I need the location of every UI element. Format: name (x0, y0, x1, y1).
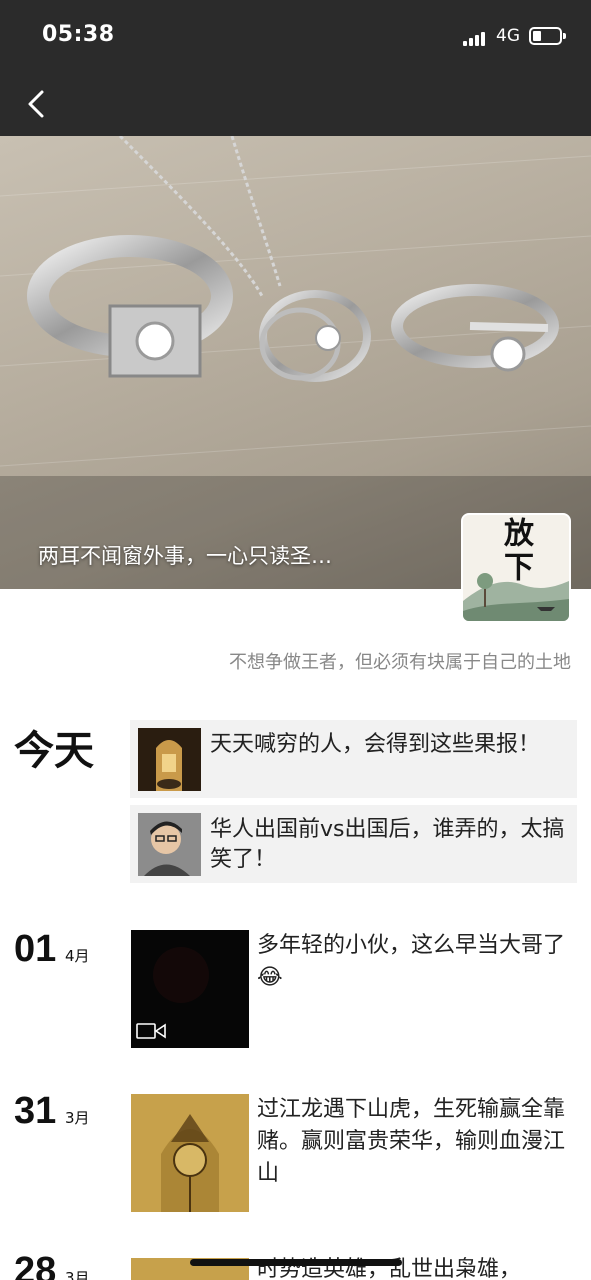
today-item-title: 天天喊穷的人，会得到这些果报！ (210, 732, 541, 757)
cover-caption: 两耳不闻窗外事，一心只读圣… (38, 544, 332, 568)
battery-icon (529, 27, 566, 45)
post-day: 31 (14, 1090, 57, 1132)
post-month: 3月 (65, 1269, 90, 1280)
today-label: 今天 (14, 728, 94, 774)
status-bar: 05:38 4G (0, 0, 591, 72)
post-month: 3月 (65, 1109, 90, 1127)
today-item[interactable]: 天天喊穷的人，会得到这些果报！ (130, 720, 577, 798)
post-month: 4月 (65, 947, 90, 965)
network-type: 4G (496, 26, 520, 46)
back-chevron-icon (28, 90, 44, 118)
status-time: 05:38 (42, 22, 115, 47)
post-day: 28 (14, 1250, 57, 1280)
signal-icon (463, 30, 489, 46)
post-thumb[interactable] (131, 1094, 249, 1212)
today-thumb (138, 728, 201, 791)
avatar-text: 放下 (498, 517, 533, 585)
today-item-title: 华人出国前vs出国后，谁弄的，太搞笑了！ (210, 817, 565, 872)
post-title: 多年轻的小伙，这么早当大哥了😂 (257, 933, 566, 990)
profile-signature: 不想争做王者，但必须有块属于自己的土地 (229, 652, 571, 673)
post-title: 时势造英雄，乱世出枭雄， (257, 1257, 522, 1280)
post-thumb[interactable] (131, 930, 249, 1048)
post-title: 过江龙遇下山虎，生死输赢全靠赌。赢则富贵荣华，输则血漫江山 (257, 1097, 566, 1186)
nav-bar (0, 72, 591, 136)
post-day: 01 (14, 928, 57, 970)
back-button[interactable] (20, 86, 56, 122)
home-indicator (190, 1259, 402, 1266)
today-thumb (138, 813, 201, 876)
avatar[interactable]: 放下 (461, 513, 571, 623)
today-item[interactable]: 华人出国前vs出国后，谁弄的，太搞笑了！ (130, 805, 577, 883)
